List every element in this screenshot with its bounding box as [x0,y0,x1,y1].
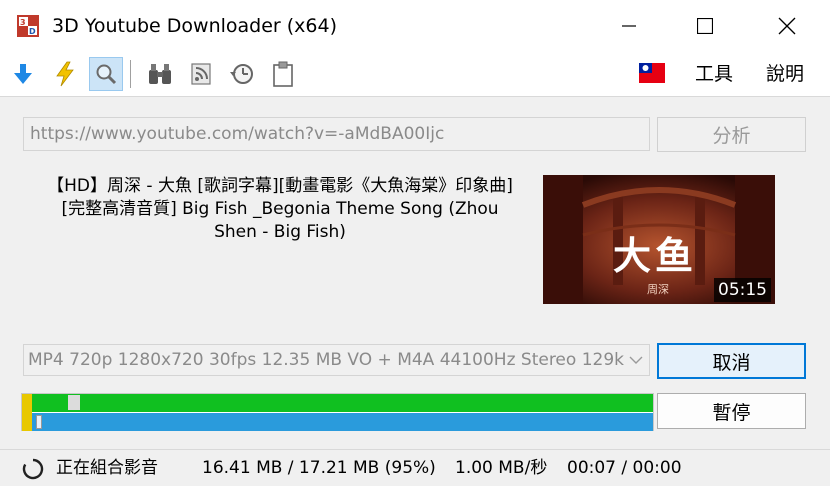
toolbar-separator [130,60,131,88]
thumbnail-title: 大鱼 [613,234,698,278]
clipboard-icon [273,61,293,87]
taiwan-flag-icon[interactable] [639,63,665,83]
download-progress [21,393,654,431]
subscriptions-button[interactable] [184,57,218,91]
magnifier-icon [96,64,117,85]
maximize-icon [697,18,713,34]
spinner-icon [22,458,44,480]
svg-text:D: D [29,27,36,36]
svg-text:3: 3 [20,18,26,27]
audio-progress-marker [36,415,42,429]
window-title: 3D Youtube Downloader (x64) [52,15,338,37]
rss-icon [191,63,211,85]
download-arrow-icon [14,64,32,84]
video-thumbnail: 大鱼 周深 05:15 [543,175,775,304]
browse-button[interactable] [143,57,177,91]
audio-progress-bar [22,413,653,431]
status-speed: 1.00 MB/秒 [455,458,548,478]
maximize-button[interactable] [670,0,740,52]
lightning-icon [56,61,74,87]
video-title: 【HD】周深 - 大魚 [歌詞字幕][動畫電影《大魚海棠》印象曲][完整高清音質… [47,176,513,242]
title-bar: 3 D 3D Youtube Downloader (x64) [0,0,830,52]
minimize-icon [622,25,636,27]
video-progress-bar [22,394,653,412]
close-button[interactable] [752,0,822,52]
status-size: 16.41 MB / 17.21 MB (95%) [202,458,436,478]
menu-help[interactable]: 說明 [766,62,804,86]
binoculars-icon [149,64,171,84]
clipboard-button[interactable] [266,57,300,91]
chevron-down-icon [629,345,643,375]
status-state: 正在組合影音 [56,458,158,478]
analyze-button[interactable]: 分析 [657,117,806,152]
search-button[interactable] [89,57,123,91]
merge-progress-bar [22,394,32,431]
download-button[interactable] [6,57,40,91]
menu-tools[interactable]: 工具 [695,62,733,86]
status-time: 00:07 / 00:00 [567,458,682,478]
pause-button[interactable]: 暫停 [657,393,806,429]
format-selected: MP4 720p 1280x720 30fps 12.35 MB VO + M4… [28,350,624,370]
history-button[interactable] [225,57,259,91]
format-dropdown[interactable]: MP4 720p 1280x720 30fps 12.35 MB VO + M4… [23,344,650,376]
close-icon [778,17,796,35]
url-input[interactable]: https://www.youtube.com/watch?v=-aMdBA00… [23,117,650,151]
toolbar: 工具 說明 [0,52,830,97]
thumbnail-artist: 周深 [647,283,669,296]
minimize-button[interactable] [594,0,664,52]
clock-icon [230,64,253,84]
video-duration: 05:15 [714,278,771,302]
video-progress-marker [68,395,80,410]
cancel-button[interactable]: 取消 [657,343,806,379]
app-logo-icon: 3 D [17,15,39,37]
status-bar: 正在組合影音 16.41 MB / 17.21 MB (95%) 1.00 MB… [0,449,830,486]
quick-download-button[interactable] [48,57,82,91]
